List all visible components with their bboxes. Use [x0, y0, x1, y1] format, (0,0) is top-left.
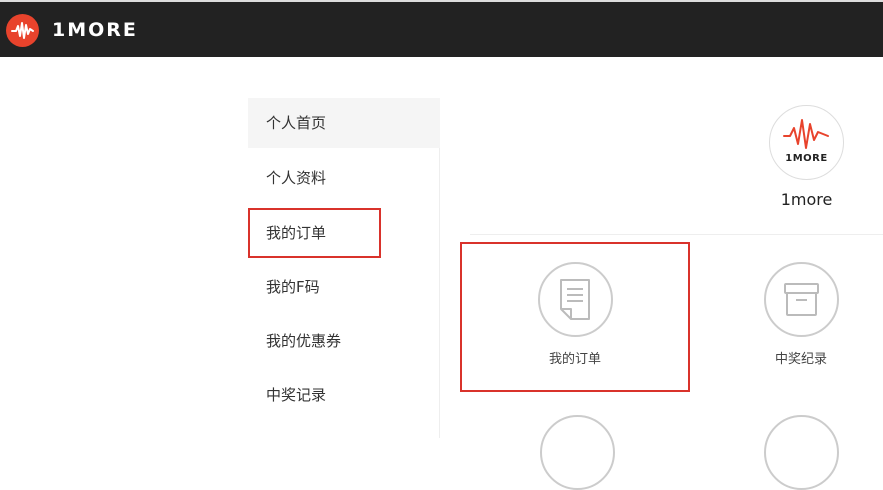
profile-summary: 1MORE 1more	[470, 98, 883, 235]
sidebar-item-label: 我的订单	[266, 224, 327, 242]
prize-records-card-label: 中奖纪录	[774, 352, 827, 367]
brand-name[interactable]: 1MORE	[52, 19, 138, 41]
sidebar-item-label: 个人首页	[266, 114, 327, 132]
sidebar-item-orders[interactable]: 我的订单	[248, 208, 381, 258]
sidebar-item-label: 中奖记录	[266, 386, 327, 404]
pulse-logo-icon	[783, 119, 829, 149]
prize-records-card[interactable]: 中奖纪录	[686, 242, 883, 392]
sidebar-item-fcode[interactable]: 我的F码	[248, 262, 440, 312]
orders-card-label: 我的订单	[548, 352, 601, 367]
sidebar-item-label: 个人资料	[266, 169, 327, 187]
brand-logo-icon[interactable]	[6, 14, 39, 47]
box-icon	[784, 283, 819, 316]
avatar-brand-text: 1MORE	[785, 153, 828, 164]
next-card-icon-circle[interactable]	[764, 415, 839, 490]
orders-card[interactable]: 我的订单	[460, 242, 690, 392]
sidebar-item-profile[interactable]: 个人资料	[248, 153, 440, 203]
sidebar-item-coupons[interactable]: 我的优惠券	[248, 316, 440, 366]
sidebar-item-label: 我的优惠券	[266, 332, 342, 350]
account-sidebar: 个人首页 个人资料 我的订单 我的F码 我的优惠券 中奖记录	[248, 98, 440, 438]
next-card-icon-circle[interactable]	[540, 415, 615, 490]
document-icon	[560, 279, 590, 320]
sidebar-item-home[interactable]: 个人首页	[248, 98, 440, 148]
sidebar-item-prize-records[interactable]: 中奖记录	[248, 370, 440, 420]
prize-icon-circle	[764, 262, 839, 337]
username: 1more	[780, 190, 833, 209]
orders-icon-circle	[538, 262, 613, 337]
top-nav-bar: 1MORE	[0, 0, 883, 57]
sidebar-item-label: 我的F码	[266, 278, 320, 296]
avatar[interactable]: 1MORE	[769, 105, 844, 180]
